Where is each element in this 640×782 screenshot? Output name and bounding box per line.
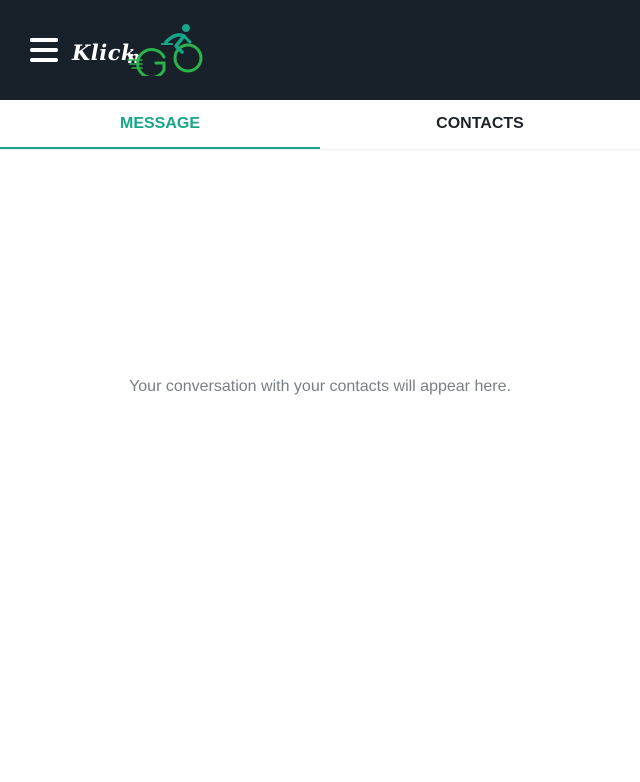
menu-bar [30, 48, 58, 52]
cyclist-logo-icon [127, 24, 203, 76]
tab-message[interactable]: MESSAGE [0, 100, 320, 149]
menu-bar [30, 58, 58, 62]
tab-contacts[interactable]: CONTACTS [320, 100, 640, 149]
app-header: Klick n [0, 0, 640, 100]
empty-conversation-message: Your conversation with your contacts wil… [129, 378, 511, 395]
tab-bar: MESSAGE CONTACTS [0, 100, 640, 149]
menu-bar [30, 38, 58, 42]
app-logo[interactable]: Klick n [70, 20, 205, 78]
hamburger-menu-icon[interactable] [28, 36, 60, 66]
